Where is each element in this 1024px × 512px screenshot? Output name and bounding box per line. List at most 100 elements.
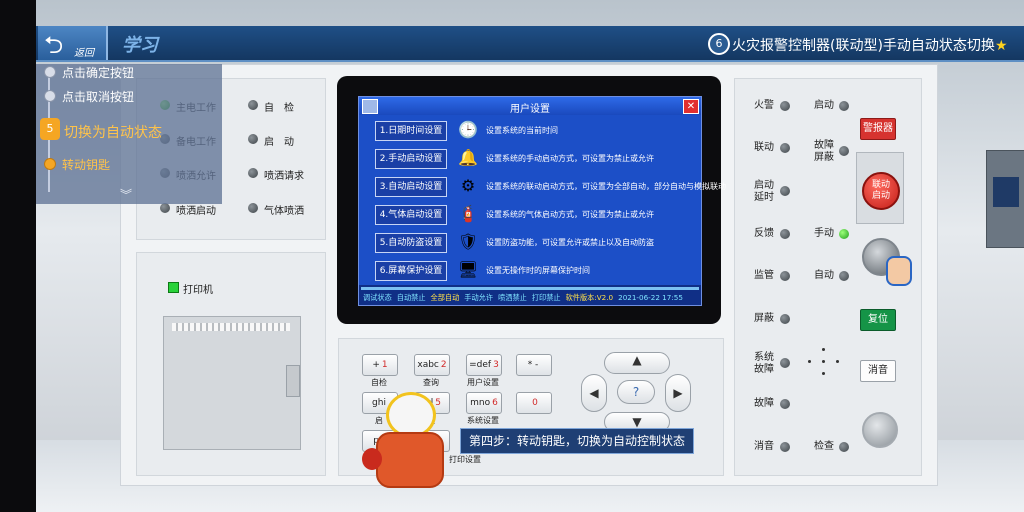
status-item: 打印禁止 <box>531 293 561 302</box>
mascot-figure <box>362 392 458 488</box>
status-label: 自动 <box>814 270 834 281</box>
menu-button[interactable]: 5.自动防盗设置 <box>375 233 447 253</box>
menu-button[interactable]: 1.日期时间设置 <box>375 121 447 141</box>
step-tooltip: 第四步：转动钥匙，切换为自动控制状态 <box>460 428 694 454</box>
link-start-button[interactable]: 联动 启动 <box>862 172 900 210</box>
menu-description: 设置无操作时的屏幕保护时间 <box>486 266 590 275</box>
back-label: 返回 <box>74 48 94 59</box>
keypad-key[interactable]: mno 6 <box>466 392 502 414</box>
menu-description: 设置系统的联动启动方式，可设置为全部自动，部分自动与模拟联动 <box>486 182 726 191</box>
status-label: 故障 <box>754 398 774 409</box>
step-badge: 6 <box>708 33 730 55</box>
step-number-badge: 5 <box>40 118 60 140</box>
indicator-lamp <box>248 134 258 144</box>
status-label: 反馈 <box>754 228 774 239</box>
status-label: 监管 <box>754 270 774 281</box>
status-lamp <box>780 358 790 368</box>
left-black-edge <box>0 0 36 512</box>
gas-cylinder-icon: 🧯 <box>458 204 478 223</box>
step-item[interactable]: 转动钥匙 <box>62 156 110 173</box>
step-dot <box>44 66 56 78</box>
key-caption: 用户设置 <box>467 378 499 387</box>
key-caption: 自检 <box>371 378 387 387</box>
check-knob[interactable] <box>862 412 898 448</box>
step-dot <box>44 90 56 102</box>
status-lamp <box>780 442 790 452</box>
menu-button[interactable]: 4.气体启动设置 <box>375 205 447 225</box>
key-caption: 查询 <box>423 378 439 387</box>
menu-description: 设置系统的当前时间 <box>486 126 558 135</box>
menu-button[interactable]: 2.手动启动设置 <box>375 149 447 169</box>
indicator-label: 启 动 <box>264 137 294 148</box>
status-lamp <box>780 186 790 196</box>
background-machine <box>986 150 1024 248</box>
screen-close-icon[interactable]: ✕ <box>683 99 699 114</box>
dpad-center-button[interactable]: ? <box>617 380 655 404</box>
monitor-icon: 🖥 <box>457 260 479 279</box>
lcd-screen: 用户设置 ✕ 1.日期时间设置 🕒 设置系统的当前时间 2.手动启动设置 🔔 设置系统的手… <box>358 96 726 306</box>
status-lamp <box>780 314 790 324</box>
indicator-label: 自 检 <box>264 103 294 114</box>
menu-description: 设置防盗功能，可设置允许或禁止以及自动防盗 <box>486 238 654 247</box>
buzzer-dots <box>808 348 840 380</box>
screen-progress-line <box>361 287 699 290</box>
dpad-up-button[interactable]: ▲ <box>604 352 670 374</box>
status-lamp <box>839 442 849 452</box>
key-main-label: xabc <box>417 360 439 370</box>
status-item: 全部自动 <box>430 293 460 302</box>
indicator-lamp <box>248 100 258 110</box>
status-label: 火警 <box>754 100 774 111</box>
step-item[interactable]: 点击取消按钮 <box>62 88 134 105</box>
alarm-button[interactable]: 警报器 <box>860 118 896 140</box>
printer-lamp <box>168 282 179 293</box>
status-lamp <box>780 271 790 281</box>
status-label: 屏蔽 <box>754 313 774 324</box>
status-label: 检查 <box>814 441 834 452</box>
back-button[interactable]: ⮌ 返回 <box>38 26 108 60</box>
status-lamp <box>780 399 790 409</box>
key-number-label: 2 <box>440 360 447 370</box>
keypad-key[interactable]: xabc 2 <box>414 354 450 376</box>
keypad-key[interactable]: =def 3 <box>466 354 502 376</box>
status-label: 联动 <box>754 142 774 153</box>
status-lamp <box>780 101 790 111</box>
status-lamp <box>839 101 849 111</box>
indicator-lamp <box>248 203 258 213</box>
dpad-left-button[interactable]: ◀ <box>581 374 607 412</box>
printer-latch <box>286 365 300 397</box>
scroll-down-icon[interactable]: ︾ <box>120 186 132 203</box>
key-number-label: 1 <box>381 360 388 370</box>
menu-button[interactable]: 6.屏幕保护设置 <box>375 261 447 281</box>
key-main-label: mno <box>470 398 491 408</box>
step-item[interactable]: 点击确定按钮 <box>62 64 134 81</box>
screen-status-text: 调试状态 自动禁止 全部自动 手动允许 喷洒禁止 打印禁止 软件版本:V2.0 2021-06… <box>363 293 688 303</box>
status-lamp <box>780 143 790 153</box>
status-item: 喷洒禁止 <box>498 293 527 302</box>
status-label: 消音 <box>754 441 774 452</box>
back-arrow-icon: ⮌ <box>44 31 64 59</box>
reset-button[interactable]: 复位 <box>860 309 896 331</box>
step-item[interactable]: 切换为自动状态 <box>64 122 162 142</box>
status-label: 故障 屏蔽 <box>814 140 834 163</box>
menu-description: 设置系统的气体启动方式，可设置为禁止或允许 <box>486 210 654 219</box>
status-lamp <box>780 229 790 239</box>
status-item: 2021-06-22 17:55 <box>618 293 683 302</box>
status-label: 手动 <box>814 228 834 239</box>
status-lamp <box>839 229 849 239</box>
keypad-key[interactable]: +1 <box>362 354 398 376</box>
key-caption: 系统设置 <box>467 416 499 425</box>
keypad-key[interactable]: * - <box>516 354 552 376</box>
fire-alarm-icon: 🔔 <box>458 148 478 167</box>
screen-title: 用户设置 <box>510 104 550 115</box>
clock-icon: 🕒 <box>458 120 478 139</box>
status-lamp <box>839 271 849 281</box>
indicator-label: 喷洒请求 <box>264 171 304 182</box>
dpad-right-button[interactable]: ▶ <box>665 374 691 412</box>
mute-button[interactable]: 消音 <box>860 360 896 382</box>
keypad-key[interactable]: 0 <box>516 392 552 414</box>
menu-button[interactable]: 3.自动启动设置 <box>375 177 447 197</box>
course-title-bar: 6 火灾报警控制器(联动型)手动自动状态切换★ <box>700 27 1024 59</box>
hand-pointer-icon <box>886 256 912 286</box>
course-title: 火灾报警控制器(联动型)手动自动状态切换★ <box>732 38 1008 54</box>
key-number-label: 3 <box>493 360 499 370</box>
